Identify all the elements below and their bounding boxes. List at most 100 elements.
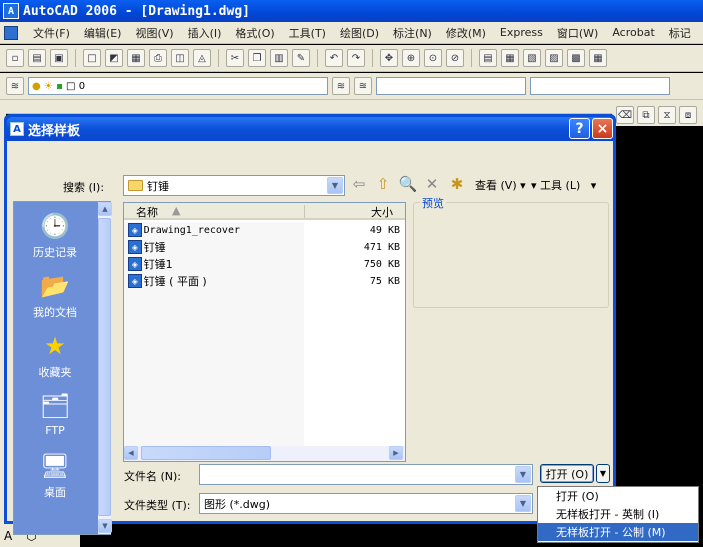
layer-combo[interactable]: ● ☀ ▪ □ 0	[28, 77, 328, 95]
autocad-icon: A	[3, 3, 19, 19]
drawing-canvas[interactable]	[612, 126, 703, 547]
paste-icon[interactable]: ▥	[270, 49, 288, 67]
menu-view[interactable]: 视图(V)	[128, 25, 180, 41]
cut-icon[interactable]: ✂	[226, 49, 244, 67]
menu-tools[interactable]: 工具(T)	[282, 25, 333, 41]
publish-icon[interactable]: ◬	[193, 49, 211, 67]
column-name[interactable]: 名称	[136, 204, 158, 220]
file-name: 钉锤 ( 平面 )	[143, 275, 207, 288]
place-my-documents[interactable]: 📂 我的文档	[14, 270, 96, 320]
file-row[interactable]: ◈ 钉锤1 750 KB	[128, 256, 400, 272]
zoom-window-icon[interactable]: ⊙	[424, 49, 442, 67]
zoom-realtime-icon[interactable]: ⊕	[402, 49, 420, 67]
plot-preview-icon[interactable]: ◫	[171, 49, 189, 67]
place-history[interactable]: 🕒 历史记录	[14, 210, 96, 260]
menu-file[interactable]: 文件(F)	[26, 25, 77, 41]
close-button[interactable]: ×	[592, 118, 613, 139]
menu-express[interactable]: Express	[493, 26, 550, 39]
filename-combo[interactable]: ▼	[199, 464, 533, 485]
filename-label: 文件名 (N):	[124, 470, 182, 483]
dialog-body: 搜索 (I): 钉锤 ▼ ⇦ ⇧ 🔍 ✕ ✱ 查看 (V) ▾ ▾ 工具 (L)…	[7, 141, 613, 535]
ucs-axis-icon: A	[4, 528, 13, 543]
open-button[interactable]: 打开 (O)	[540, 464, 594, 483]
copy-icon[interactable]: ❐	[248, 49, 266, 67]
file-row[interactable]: ◈ 钉锤 ( 平面 ) 75 KB	[128, 273, 400, 289]
erase-icon[interactable]: ⌫	[616, 106, 634, 124]
search-combo[interactable]: 钉锤 ▼	[123, 175, 345, 196]
menu-markup[interactable]: 标记	[662, 25, 698, 41]
chevron-down-icon[interactable]: ▼	[515, 495, 531, 512]
sheet-set-icon[interactable]: ▨	[545, 49, 563, 67]
menu-item-open[interactable]: 打开 (O)	[538, 487, 698, 505]
tool-palettes-icon[interactable]: ▧	[523, 49, 541, 67]
file-row[interactable]: ◈ Drawing1_recover 49 KB	[128, 222, 400, 238]
menu-format[interactable]: 格式(O)	[228, 25, 281, 41]
dwg-file-icon: ◈	[128, 240, 142, 254]
color-combo[interactable]	[376, 77, 526, 95]
menu-acrobat[interactable]: Acrobat	[605, 26, 661, 39]
menu-window[interactable]: 窗口(W)	[550, 25, 605, 41]
open-file-icon[interactable]: ◩	[105, 49, 123, 67]
preview-label: 预览	[420, 195, 446, 211]
scroll-thumb[interactable]	[98, 218, 111, 516]
save-icon[interactable]: ▣	[50, 49, 68, 67]
menu-item-open-no-template-metric[interactable]: 无样板打开 - 公制 (M)	[538, 523, 698, 541]
places-scrollbar[interactable]: ▲ ▼	[98, 202, 112, 534]
place-desktop[interactable]: 🖥 桌面	[14, 450, 96, 500]
print-icon[interactable]: ⎙	[149, 49, 167, 67]
file-list: 名称 ▲ 大小 ◈ Drawing1_recover 49 KB ◈ 钉锤 47…	[123, 202, 406, 462]
menu-modify[interactable]: 修改(M)	[439, 25, 493, 41]
zoom-previous-icon[interactable]: ⊘	[446, 49, 464, 67]
place-ftp[interactable]: 🗂 FTP	[14, 390, 96, 437]
new-icon[interactable]: ▫	[6, 49, 24, 67]
help-button[interactable]: ?	[569, 118, 590, 139]
save-file-icon[interactable]: ▦	[127, 49, 145, 67]
filetype-combo[interactable]: 图形 (*.dwg) ▼	[199, 493, 533, 514]
preview-box: 预览	[413, 195, 609, 308]
file-row[interactable]: ◈ 钉锤 471 KB	[128, 239, 400, 255]
scroll-left-icon[interactable]: ◀	[124, 446, 138, 460]
scroll-right-icon[interactable]: ▶	[389, 446, 403, 460]
redo-icon[interactable]: ↷	[347, 49, 365, 67]
properties-icon[interactable]: ▤	[479, 49, 497, 67]
back-icon[interactable]: ⇦	[349, 174, 369, 194]
file-list-hscrollbar[interactable]: ◀ ▶	[124, 446, 405, 461]
linetype-combo[interactable]	[530, 77, 670, 95]
chevron-down-icon[interactable]: ▼	[515, 466, 531, 483]
pan-icon[interactable]: ✥	[380, 49, 398, 67]
tools-menu[interactable]: ▾ 工具 (L) ▾	[531, 177, 596, 193]
chevron-down-icon[interactable]: ▼	[327, 177, 343, 194]
menu-draw[interactable]: 绘图(D)	[333, 25, 386, 41]
undo-icon[interactable]: ↶	[325, 49, 343, 67]
menu-insert[interactable]: 插入(I)	[181, 25, 229, 41]
up-folder-icon[interactable]: ⇧	[373, 174, 393, 194]
menu-item-open-no-template-imperial[interactable]: 无样板打开 - 英制 (I)	[538, 505, 698, 523]
open-icon[interactable]: ▤	[28, 49, 46, 67]
new-folder-icon[interactable]: ✱	[447, 174, 467, 194]
new-file-icon[interactable]: □	[83, 49, 101, 67]
place-favorites[interactable]: ★ 收藏夹	[14, 330, 96, 380]
menu-edit[interactable]: 编辑(E)	[77, 25, 129, 41]
view-menu[interactable]: 查看 (V) ▾	[475, 177, 526, 193]
hscroll-thumb[interactable]	[141, 446, 271, 460]
calculator-icon[interactable]: ▦	[589, 49, 607, 67]
markup-icon[interactable]: ▩	[567, 49, 585, 67]
copy-object-icon[interactable]: ⧉	[637, 106, 655, 124]
document-icon[interactable]	[4, 25, 18, 40]
menu-dimension[interactable]: 标注(N)	[386, 25, 439, 41]
column-size[interactable]: 大小	[371, 204, 393, 220]
layer-manager-icon[interactable]: ≋	[6, 77, 24, 95]
offset-icon[interactable]: ⧈	[679, 106, 697, 124]
layer-name: 0	[78, 80, 86, 92]
open-dropdown-button[interactable]: ▼	[596, 464, 610, 483]
design-center-icon[interactable]: ▦	[501, 49, 519, 67]
toolbar-separator	[317, 49, 318, 67]
make-current-icon[interactable]: ≋	[332, 77, 350, 95]
match-properties-icon[interactable]: ✎	[292, 49, 310, 67]
delete-icon[interactable]: ✕	[422, 174, 442, 194]
mirror-icon[interactable]: ⧖	[658, 106, 676, 124]
search-web-icon[interactable]: 🔍	[398, 174, 418, 194]
scroll-up-icon[interactable]: ▲	[98, 202, 112, 216]
scroll-down-icon[interactable]: ▼	[98, 519, 112, 533]
layer-previous-icon[interactable]: ≊	[354, 77, 372, 95]
